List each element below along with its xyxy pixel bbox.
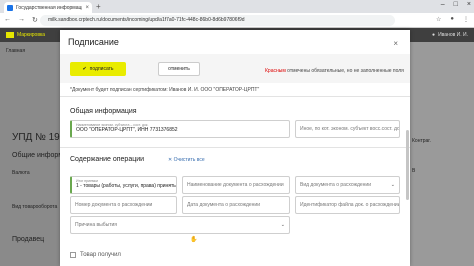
acceptance-result-select[interactable]: Итог приемки 1 - товары (работы, услуги,… — [70, 176, 177, 194]
turnover-type-label: Вид товарооборота — [12, 204, 58, 210]
discrepancy-file-id-field[interactable]: Идентификатор файла док. о расхождении — [295, 196, 400, 214]
other-subject-placeholder: Иное, по кот. эконом. субъект восс.сост.… — [300, 126, 400, 132]
browser-tab[interactable]: Государственная информаци... × — [4, 2, 92, 13]
clear-all-label: Очистить все — [173, 157, 205, 163]
acceptance-result-value: 1 - товары (работы, услуги, права) приня… — [76, 183, 177, 189]
back-icon[interactable]: ← — [4, 16, 11, 24]
goods-received-label: Товар получил — [80, 252, 121, 258]
nav-buttons: ← → ↻ — [4, 16, 38, 24]
sidebar-item-home[interactable]: Главная — [6, 48, 25, 54]
discrepancy-doc-number-placeholder: Номер документа о расхождении — [75, 202, 153, 208]
url-input[interactable]: milk.sandbox.crptech.ru/documents/incomi… — [40, 15, 395, 26]
right-column-label: В — [412, 168, 416, 174]
browser-actions: ☆ ● ⋮ — [436, 16, 469, 23]
dialog-close-icon[interactable]: × — [393, 39, 398, 48]
signer-certificate-note: *Документ будет подписан сертификатом: И… — [70, 87, 260, 93]
user-name: Иванов И. И. — [438, 32, 468, 38]
chevron-down-icon: ⌄ — [280, 222, 285, 228]
currency-label: Валюта — [12, 170, 30, 176]
counterparty-label: Контраг. — [412, 138, 431, 144]
discrepancy-doc-date-placeholder: Дата документа о расхождении — [187, 202, 261, 208]
organization-field-value: ООО "ОПЕРАТОР-ЦРПТ", ИНН 7731376852 — [76, 127, 178, 133]
logo-text: Маркировка — [17, 32, 46, 38]
site-favicon-icon — [7, 4, 13, 11]
cancel-button[interactable]: отменить — [158, 62, 200, 76]
required-note-text: отмечены обязательные, но не заполненные… — [287, 68, 404, 74]
discrepancy-doc-kind-placeholder: Вид документа о расхождении — [300, 182, 371, 188]
seller-section-heading: Продавец — [12, 236, 45, 243]
user-menu[interactable]: ● Иванов И. И. — [432, 32, 468, 38]
new-tab-icon[interactable]: + — [96, 2, 101, 11]
discrepancy-doc-kind-select[interactable]: Вид документа о расхождении ⌄ — [295, 176, 400, 194]
maximize-icon[interactable]: □ — [454, 1, 458, 8]
divider — [60, 147, 410, 148]
sign-button-label: подписать — [89, 66, 114, 72]
dialog-actions-bar: ✔ подписать отменить Красным отмечены об… — [60, 54, 410, 83]
minimize-icon[interactable]: – — [441, 1, 445, 8]
forward-icon[interactable]: → — [18, 16, 25, 24]
browser-tabbar: Государственная информаци... × + – □ × — [0, 0, 474, 13]
app-logo: Маркировка — [6, 32, 45, 38]
chevron-down-icon: ⌄ — [167, 182, 172, 188]
chevron-down-icon: ⌄ — [390, 182, 395, 188]
cancel-button-label: отменить — [168, 66, 190, 72]
discrepancy-file-id-placeholder: Идентификатор файла док. о расхождении — [300, 202, 400, 208]
discrepancy-doc-name-placeholder: Наименование документа о расхождении — [187, 182, 284, 188]
discrepancy-doc-name-field[interactable]: Наименование документа о расхождении — [182, 176, 290, 194]
sign-button[interactable]: ✔ подписать — [70, 62, 126, 76]
general-info-title: Общая информация — [70, 108, 137, 115]
reload-icon[interactable]: ↻ — [32, 16, 38, 24]
organization-field[interactable]: Наименование эконом. субъекта – сост. до… — [70, 120, 290, 138]
discrepancy-doc-number-field[interactable]: Номер документа о расхождении — [70, 196, 177, 214]
divider — [60, 96, 410, 97]
browser-address-bar: ← → ↻ milk.sandbox.crptech.ru/documents/… — [0, 13, 474, 28]
operation-title: Содержание операции — [70, 156, 145, 163]
signing-dialog: Подписание × ✔ подписать отменить Красны… — [60, 30, 410, 266]
window-close-icon[interactable]: × — [467, 1, 471, 8]
checkmark-icon: ✔ — [82, 66, 87, 72]
dialog-title: Подписание — [68, 37, 119, 47]
discrepancy-doc-date-field[interactable]: Дата документа о расхождении — [182, 196, 290, 214]
close-tab-icon[interactable]: × — [85, 5, 89, 11]
window-controls: – □ × — [441, 1, 471, 8]
goods-received-row[interactable]: Товар получил — [70, 252, 121, 258]
tab-title: Государственная информаци... — [16, 4, 83, 11]
goods-received-checkbox[interactable] — [70, 252, 76, 258]
disposal-reason-placeholder: Причина выбытия — [75, 222, 117, 228]
bookmark-star-icon[interactable]: ☆ — [436, 16, 441, 23]
browser-menu-icon[interactable]: ⋮ — [463, 16, 469, 23]
required-red-word: Красным — [265, 68, 286, 74]
mouse-cursor-icon: ✋ — [190, 237, 198, 243]
user-icon: ● — [432, 32, 436, 38]
disposal-reason-select[interactable]: Причина выбытия ⌄ — [70, 216, 290, 234]
profile-icon[interactable]: ● — [450, 16, 454, 23]
logo-mark-icon — [6, 32, 14, 38]
clear-all-link[interactable]: ✕ Очистить все — [168, 157, 205, 163]
other-subject-field[interactable]: Иное, по кот. эконом. субъект восс.сост.… — [295, 120, 400, 138]
required-fields-note: Красным отмечены обязательные, но не зап… — [265, 68, 404, 74]
dialog-scrollbar[interactable] — [406, 130, 409, 200]
